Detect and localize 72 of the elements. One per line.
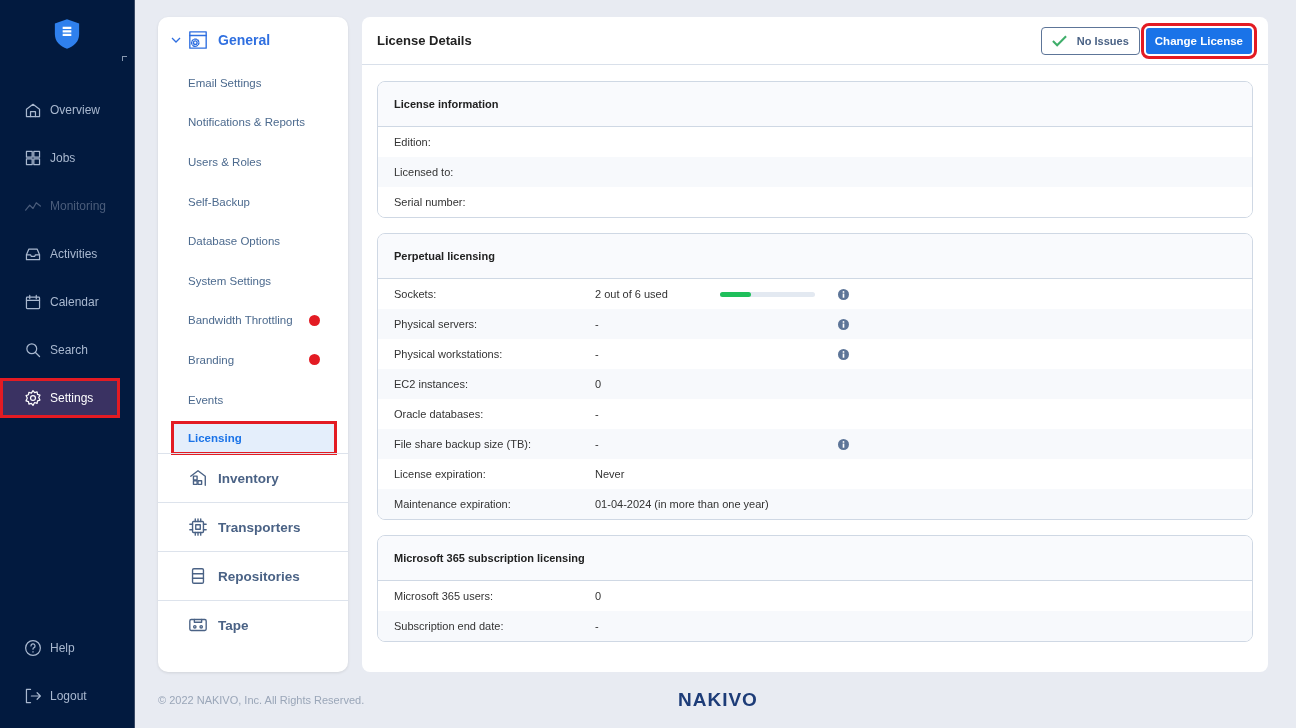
field-label: Physical servers:	[394, 318, 479, 330]
section-title: Perpetual licensing	[394, 250, 495, 262]
field-label: Oracle databases:	[394, 408, 485, 420]
sidebar-item[interactable]: Logout	[0, 676, 134, 716]
field-value: 0	[595, 378, 602, 390]
home-icon	[24, 101, 42, 119]
logout-icon	[24, 687, 42, 705]
gear-window-icon	[188, 30, 208, 50]
settings-section[interactable]: Repositories	[158, 551, 348, 601]
field-value: -	[595, 620, 599, 632]
search-icon	[24, 341, 42, 359]
settings-menu-item[interactable]: Self-Backup	[173, 181, 309, 222]
settings-menu-item[interactable]: Email Settings	[173, 63, 309, 103]
field-value: -	[595, 438, 599, 450]
sidebar-item[interactable]: Overview	[0, 90, 134, 130]
settings-section[interactable]: Tape	[158, 600, 348, 650]
chip-icon	[188, 517, 208, 538]
brand-logo: NAKIVO	[678, 689, 758, 711]
field-label: File share backup size (TB):	[394, 438, 532, 450]
settings-menu-item[interactable]: Licensing	[173, 423, 335, 454]
settings-menu-item[interactable]: Notifications & Reports	[173, 102, 309, 143]
copyright-text: © 2022 NAKIVO, Inc. All Rights Reserved.	[158, 694, 366, 706]
general-group-header[interactable]: General	[158, 17, 348, 63]
sidebar-item[interactable]: Help	[0, 628, 134, 668]
settings-menu-item[interactable]: Users & Roles	[173, 142, 309, 182]
status-button[interactable]: No Issues	[1040, 26, 1140, 55]
house-icon	[188, 468, 208, 489]
sidebar-item[interactable]: Settings	[0, 378, 120, 418]
field-label: Maintenance expiration:	[394, 498, 512, 510]
settings-menu-item[interactable]: Bandwidth Throttling	[173, 300, 309, 341]
field-value: 01-04-2024 (in more than one year)	[595, 498, 769, 510]
inbox-icon	[24, 245, 42, 263]
field-label: Serial number:	[394, 196, 467, 208]
settings-menu-item[interactable]: Database Options	[173, 221, 309, 261]
field-value: -	[595, 408, 599, 420]
info-icon[interactable]	[838, 348, 849, 360]
corner-mark	[122, 56, 127, 61]
field-label: Subscription end date:	[394, 620, 505, 632]
field-label: Microsoft 365 users:	[394, 590, 495, 602]
field-label: Physical workstations:	[394, 348, 504, 360]
info-icon[interactable]	[838, 438, 849, 450]
field-value: 0	[595, 590, 602, 602]
field-label: License expiration:	[394, 468, 487, 480]
settings-section[interactable]: Transporters	[158, 502, 348, 552]
checkmark-icon	[1051, 34, 1067, 47]
panel-title: License Details	[377, 33, 472, 48]
settings-icon	[24, 389, 42, 407]
sidebar-item[interactable]: Jobs	[0, 138, 134, 178]
field-value: 2 out of 6 used	[595, 288, 668, 300]
field-label: Licensed to:	[394, 166, 455, 178]
sidebar-item[interactable]: Calendar	[0, 282, 134, 322]
field-label: Sockets:	[394, 288, 438, 300]
sidebar-item[interactable]: Search	[0, 330, 134, 370]
field-value: -	[595, 318, 599, 330]
settings-section[interactable]: Inventory	[158, 453, 348, 503]
field-value: Never	[595, 468, 625, 480]
field-value: -	[595, 348, 599, 360]
calendar-icon	[24, 293, 42, 311]
sidebar-item[interactable]: Activities	[0, 234, 134, 274]
section-title: License information	[394, 98, 499, 110]
field-label: EC2 instances:	[394, 378, 469, 390]
info-icon[interactable]	[838, 318, 849, 330]
help-icon	[24, 639, 42, 657]
field-label: Edition:	[394, 136, 432, 148]
shield-logo-icon	[54, 18, 80, 50]
section-title: Microsoft 365 subscription licensing	[394, 552, 585, 564]
settings-menu-item[interactable]: Events	[173, 379, 309, 420]
info-icon[interactable]	[838, 288, 849, 300]
grid-icon	[24, 149, 42, 167]
settings-menu-item[interactable]: System Settings	[173, 260, 309, 301]
chevron-icon	[171, 37, 181, 43]
settings-menu-item[interactable]: Branding	[173, 340, 309, 380]
